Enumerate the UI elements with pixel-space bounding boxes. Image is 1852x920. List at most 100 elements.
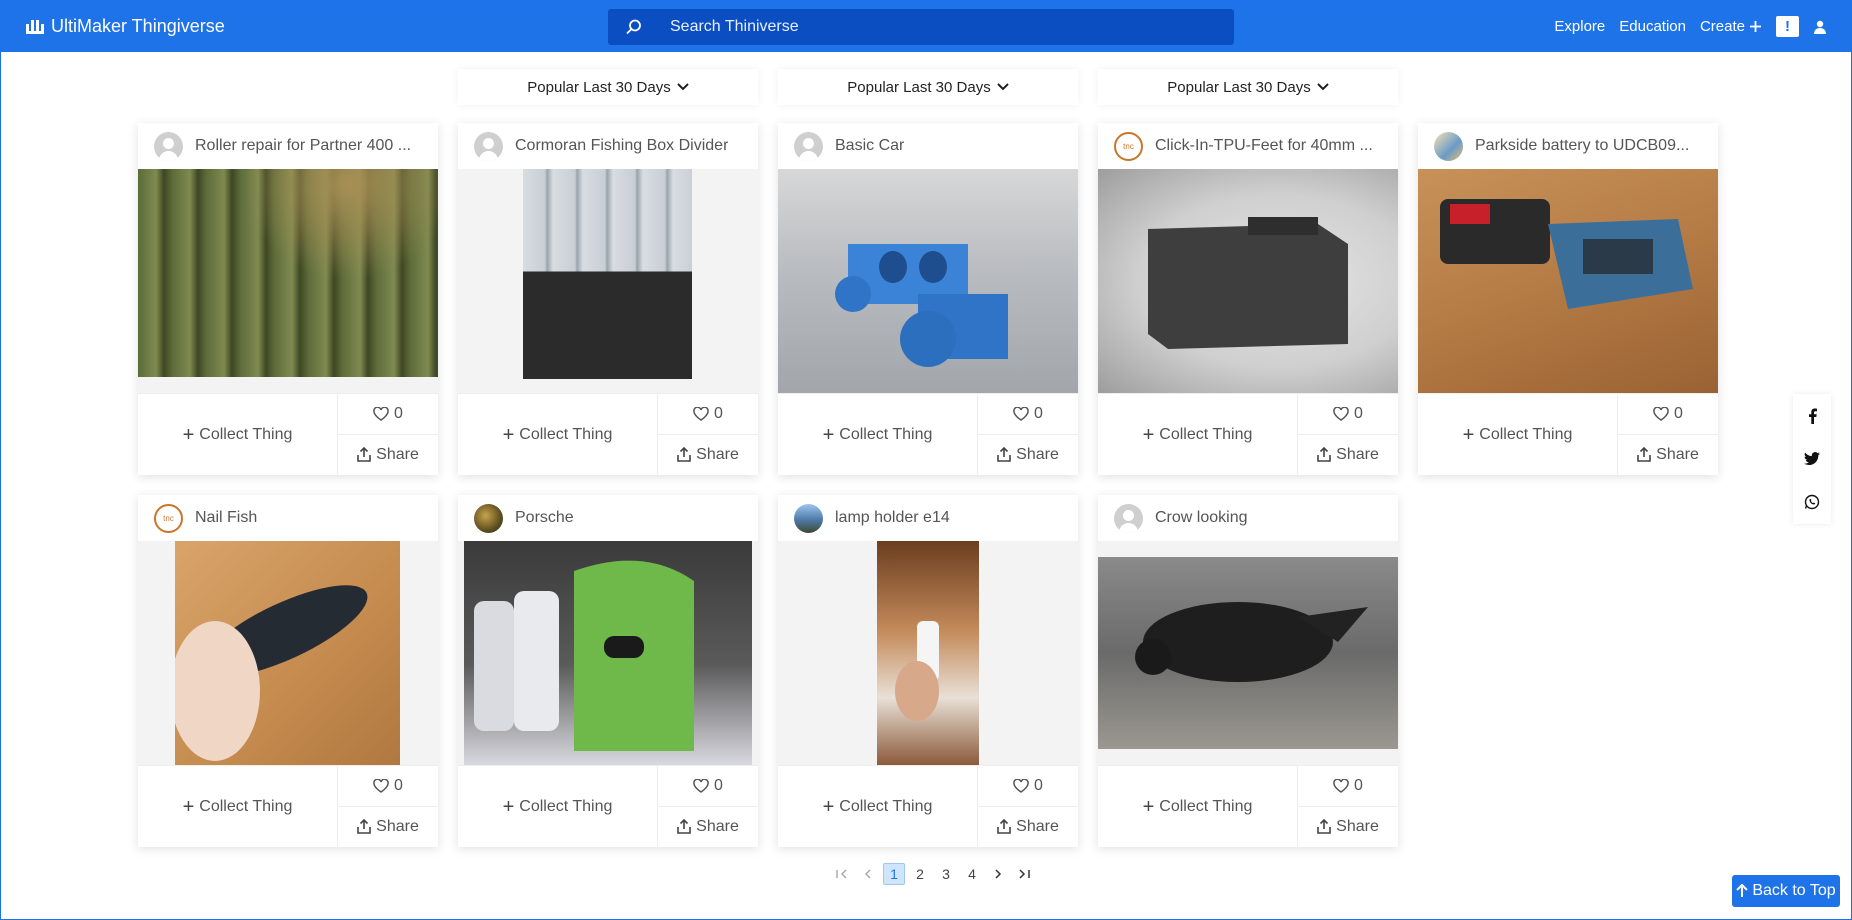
like-button[interactable]: 0 (1298, 766, 1398, 807)
thing-image[interactable] (1098, 541, 1398, 765)
page-2[interactable]: 2 (907, 863, 933, 885)
share-button[interactable]: Share (338, 807, 438, 848)
thing-image[interactable] (138, 169, 438, 393)
like-button[interactable]: 0 (338, 394, 438, 435)
twitter-icon[interactable] (1800, 447, 1824, 471)
thing-title[interactable]: Parkside battery to UDCB09... (1475, 137, 1689, 155)
last-page-icon[interactable] (1011, 863, 1037, 885)
share-button[interactable]: Share (978, 807, 1078, 848)
brand-logo[interactable]: UltiMaker Thingiverse (25, 1, 225, 52)
thing-card[interactable]: Parkside battery to UDCB09... + Collect … (1418, 123, 1718, 476)
collect-label: Collect Thing (199, 798, 293, 815)
avatar[interactable] (1434, 131, 1463, 161)
thing-image[interactable] (1418, 169, 1718, 393)
thing-image[interactable] (458, 169, 758, 393)
nav-explore[interactable]: Explore (1554, 18, 1605, 35)
sort-dropdown-1[interactable]: Popular Last 30 Days (458, 69, 758, 105)
thing-card[interactable]: tnc Nail Fish + Collect Thing 0 Share (138, 495, 438, 848)
collect-thing-button[interactable]: + Collect Thing (1098, 394, 1298, 476)
collect-thing-button[interactable]: + Collect Thing (138, 394, 338, 476)
heart-icon (373, 778, 389, 793)
avatar[interactable]: tnc (1114, 131, 1143, 161)
search-icon[interactable] (614, 9, 654, 45)
avatar[interactable] (794, 131, 823, 161)
next-page-icon[interactable] (985, 863, 1011, 885)
thing-card[interactable]: Porsche + Collect Thing 0 Share (458, 495, 758, 848)
heart-icon (693, 406, 709, 421)
page-3[interactable]: 3 (933, 863, 959, 885)
thing-title[interactable]: Porsche (515, 509, 574, 527)
plus-icon: + (182, 424, 195, 446)
avatar[interactable]: tnc (154, 503, 183, 533)
share-button[interactable]: Share (1298, 807, 1398, 848)
collect-thing-button[interactable]: + Collect Thing (138, 766, 338, 848)
like-button[interactable]: 0 (1618, 394, 1718, 435)
thing-title[interactable]: Nail Fish (195, 509, 257, 527)
thing-image[interactable] (458, 541, 758, 765)
thing-image[interactable] (1098, 169, 1398, 393)
share-button[interactable]: Share (1618, 435, 1718, 476)
collect-thing-button[interactable]: + Collect Thing (458, 394, 658, 476)
like-button[interactable]: 0 (978, 766, 1078, 807)
thing-title[interactable]: Cormoran Fishing Box Divider (515, 137, 728, 155)
card-header: Basic Car (778, 123, 1078, 169)
card-header: lamp holder e14 (778, 495, 1078, 541)
prev-page-icon[interactable] (855, 863, 881, 885)
page-4[interactable]: 4 (959, 863, 985, 885)
thing-card[interactable]: Basic Car + Collect Thing 0 Share (778, 123, 1078, 476)
like-button[interactable]: 0 (658, 394, 758, 435)
share-button[interactable]: Share (978, 435, 1078, 476)
thing-card[interactable]: Roller repair for Partner 400 ... + Coll… (138, 123, 438, 476)
collect-thing-button[interactable]: + Collect Thing (458, 766, 658, 848)
share-icon (357, 819, 371, 835)
first-page-icon[interactable] (829, 863, 855, 885)
facebook-icon[interactable] (1800, 404, 1824, 428)
collect-thing-button[interactable]: + Collect Thing (1418, 394, 1618, 476)
collect-thing-button[interactable]: + Collect Thing (778, 766, 978, 848)
nav-create[interactable]: Create (1700, 18, 1762, 35)
like-button[interactable]: 0 (658, 766, 758, 807)
like-button[interactable]: 0 (1298, 394, 1398, 435)
collect-label: Collect Thing (839, 426, 933, 443)
sort-dropdown-3[interactable]: Popular Last 30 Days (1098, 69, 1398, 105)
car-render-icon (835, 244, 1008, 367)
search-bar[interactable] (608, 9, 1234, 45)
avatar[interactable] (794, 503, 823, 533)
thing-title[interactable]: Roller repair for Partner 400 ... (195, 137, 411, 155)
like-button[interactable]: 0 (978, 394, 1078, 435)
share-button[interactable]: Share (338, 435, 438, 476)
share-button[interactable]: Share (658, 435, 758, 476)
avatar[interactable] (474, 503, 503, 533)
nav-education[interactable]: Education (1619, 18, 1686, 35)
user-icon[interactable] (1813, 20, 1827, 34)
thing-card[interactable]: lamp holder e14 + Collect Thing 0 Share (778, 495, 1078, 848)
like-count: 0 (394, 404, 403, 422)
thing-card[interactable]: Cormoran Fishing Box Divider + Collect T… (458, 123, 758, 476)
thing-card[interactable]: Crow looking + Collect Thing 0 Share (1098, 495, 1398, 848)
thing-title[interactable]: Click-In-TPU-Feet for 40mm ... (1155, 137, 1373, 155)
share-button[interactable]: Share (658, 807, 758, 848)
avatar[interactable] (154, 131, 183, 161)
thing-image[interactable] (138, 541, 438, 765)
search-input[interactable] (654, 9, 1234, 45)
page-1[interactable]: 1 (883, 863, 905, 885)
thing-image[interactable] (778, 541, 1078, 765)
chevron-down-icon (1316, 83, 1329, 91)
share-button[interactable]: Share (1298, 435, 1398, 476)
thing-title[interactable]: lamp holder e14 (835, 509, 950, 527)
collect-thing-button[interactable]: + Collect Thing (778, 394, 978, 476)
sort-dropdown-2[interactable]: Popular Last 30 Days (778, 69, 1078, 105)
back-to-top-button[interactable]: Back to Top (1732, 875, 1840, 907)
notifications-icon[interactable]: ! (1776, 16, 1799, 37)
like-button[interactable]: 0 (338, 766, 438, 807)
avatar[interactable] (474, 131, 503, 161)
thing-image[interactable] (778, 169, 1078, 393)
top-navbar: UltiMaker Thingiverse Explore Education … (1, 1, 1852, 52)
collect-thing-button[interactable]: + Collect Thing (1098, 766, 1298, 848)
thing-title[interactable]: Crow looking (1155, 509, 1247, 527)
porsche-render-icon (474, 560, 694, 751)
thing-card[interactable]: tnc Click-In-TPU-Feet for 40mm ... + Col… (1098, 123, 1398, 476)
avatar[interactable] (1114, 503, 1143, 533)
thing-title[interactable]: Basic Car (835, 137, 904, 155)
whatsapp-icon[interactable] (1800, 490, 1824, 514)
